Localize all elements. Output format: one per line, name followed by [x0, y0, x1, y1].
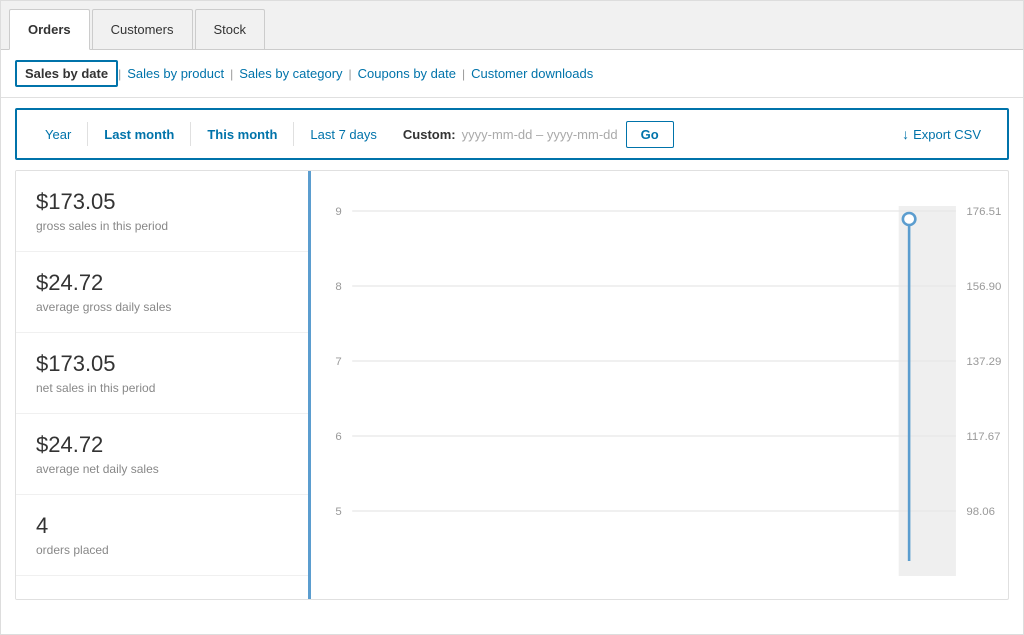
- main-content: $173.05 gross sales in this period $24.7…: [15, 170, 1009, 600]
- filter-last-month-button[interactable]: Last month: [90, 121, 188, 148]
- stat-gross-sales: $173.05 gross sales in this period: [16, 171, 308, 252]
- stat-net-sales-label: net sales in this period: [36, 381, 288, 395]
- subnav-sales-by-category[interactable]: Sales by category: [233, 66, 348, 81]
- subnav-coupons-by-date[interactable]: Coupons by date: [352, 66, 462, 81]
- chart-svg: 9 8 7 6 5 176.51 156.90: [321, 181, 1008, 581]
- divider-3: [293, 122, 294, 146]
- svg-text:8: 8: [335, 281, 341, 293]
- stats-sidebar: $173.05 gross sales in this period $24.7…: [16, 171, 311, 599]
- tab-orders[interactable]: Orders: [9, 9, 90, 50]
- export-csv-button[interactable]: ↓ Export CSV: [890, 120, 993, 148]
- stat-avg-net-value: $24.72: [36, 432, 288, 458]
- divider-1: [87, 122, 88, 146]
- subnav-sales-by-date[interactable]: Sales by date: [15, 60, 118, 87]
- custom-date-placeholder[interactable]: yyyy-mm-dd – yyyy-mm-dd: [462, 127, 618, 142]
- svg-text:176.51: 176.51: [966, 206, 1001, 218]
- svg-text:7: 7: [335, 356, 341, 368]
- sub-nav: Sales by date | Sales by product | Sales…: [1, 50, 1023, 98]
- stat-orders-placed: 4 orders placed: [16, 495, 308, 576]
- svg-text:98.06: 98.06: [966, 506, 995, 518]
- svg-text:137.29: 137.29: [966, 356, 1001, 368]
- svg-text:9: 9: [335, 206, 341, 218]
- tab-stock[interactable]: Stock: [195, 9, 266, 49]
- filter-bar: Year Last month This month Last 7 days C…: [15, 108, 1009, 160]
- stat-avg-gross-label: average gross daily sales: [36, 300, 288, 314]
- custom-label: Custom:: [403, 127, 456, 142]
- tab-customers[interactable]: Customers: [92, 9, 193, 49]
- svg-text:5: 5: [335, 506, 341, 518]
- svg-text:117.67: 117.67: [966, 431, 1000, 443]
- svg-text:6: 6: [335, 431, 341, 443]
- stat-orders-placed-label: orders placed: [36, 543, 288, 557]
- stat-orders-placed-value: 4: [36, 513, 288, 539]
- chart-inner: 9 8 7 6 5 176.51 156.90: [321, 181, 1008, 581]
- filter-this-month-button[interactable]: This month: [193, 121, 291, 148]
- stat-gross-sales-value: $173.05: [36, 189, 288, 215]
- export-label: Export CSV: [913, 127, 981, 142]
- top-tab-bar: Orders Customers Stock: [1, 1, 1023, 50]
- go-button[interactable]: Go: [626, 121, 674, 148]
- filter-last-7-days-button[interactable]: Last 7 days: [296, 121, 391, 148]
- chart-area: 9 8 7 6 5 176.51 156.90: [311, 171, 1008, 599]
- stat-avg-gross: $24.72 average gross daily sales: [16, 252, 308, 333]
- subnav-sales-by-product[interactable]: Sales by product: [121, 66, 230, 81]
- stat-avg-gross-value: $24.72: [36, 270, 288, 296]
- custom-range: Custom: yyyy-mm-dd – yyyy-mm-dd Go: [391, 121, 890, 148]
- svg-text:156.90: 156.90: [966, 281, 1001, 293]
- divider-2: [190, 122, 191, 146]
- stat-net-sales: $173.05 net sales in this period: [16, 333, 308, 414]
- stat-avg-net: $24.72 average net daily sales: [16, 414, 308, 495]
- stat-avg-net-label: average net daily sales: [36, 462, 288, 476]
- download-icon: ↓: [902, 126, 909, 142]
- filter-year-button[interactable]: Year: [31, 121, 85, 148]
- stat-gross-sales-label: gross sales in this period: [36, 219, 288, 233]
- stat-net-sales-value: $173.05: [36, 351, 288, 377]
- subnav-customer-downloads[interactable]: Customer downloads: [465, 66, 599, 81]
